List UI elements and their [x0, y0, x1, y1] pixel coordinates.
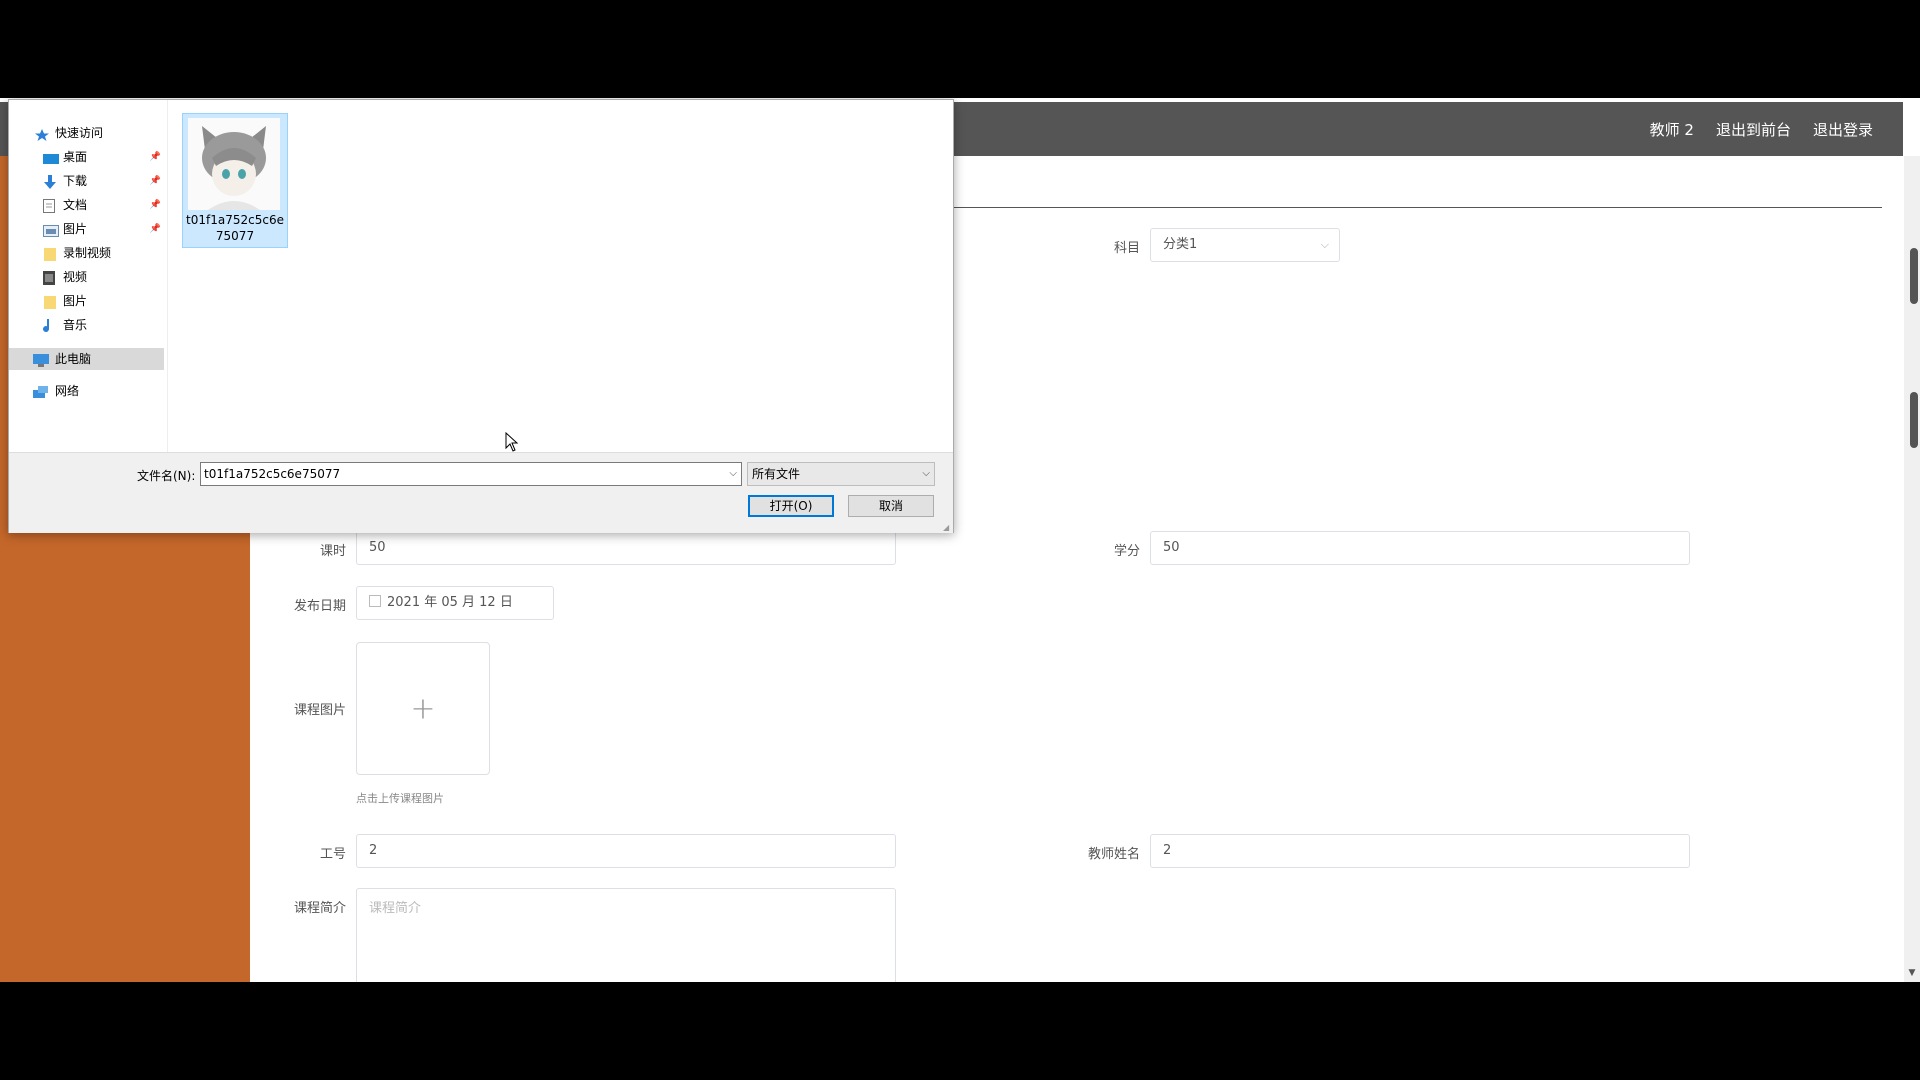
back-to-front-link[interactable]: 退出到前台: [1716, 119, 1791, 140]
filename-value: t01f1a752c5c6e75077: [204, 467, 341, 481]
nav-label: 音乐: [63, 318, 88, 332]
page-scrollbar[interactable]: ▼: [1904, 156, 1920, 982]
course-image-label: 课程图片: [293, 703, 346, 718]
folder-icon: [43, 247, 57, 261]
folder-icon: [43, 295, 57, 309]
filename-input[interactable]: t01f1a752c5c6e75077 ⌵: [200, 462, 742, 486]
nav-item-this-pc[interactable]: 此电脑: [33, 349, 91, 369]
publish-date-picker[interactable]: 2021 年 05 月 12 日: [356, 586, 554, 620]
nav-label: 文档: [63, 198, 88, 212]
teacher-name-input[interactable]: 2: [1150, 834, 1690, 868]
subject-value: 分类1: [1163, 237, 1198, 252]
music-icon: [43, 319, 57, 333]
filetype-select[interactable]: 所有文件 ⌵: [747, 462, 935, 486]
course-intro-textarea[interactable]: 课程简介: [356, 888, 896, 982]
calendar-icon: [369, 595, 381, 607]
pin-icon[interactable]: 📌: [150, 195, 161, 215]
document-icon: [43, 199, 57, 213]
nav-label: 桌面: [63, 150, 88, 164]
publish-date-value: 2021 年 05 月 12 日: [387, 595, 513, 610]
scrollbar-thumb[interactable]: [1910, 248, 1918, 304]
filename-label: 文件名(N):: [137, 469, 196, 483]
hours-label: 课时: [319, 544, 346, 559]
hours-input[interactable]: 50: [356, 531, 896, 565]
desktop-icon: [43, 151, 59, 164]
image-thumbnail: [188, 118, 280, 210]
resize-grip-icon[interactable]: ◢: [943, 523, 951, 532]
nav-item-pictures[interactable]: 图片 📌: [43, 219, 167, 239]
nav-label: 图片: [63, 294, 88, 308]
nav-item-videos[interactable]: 视频: [43, 267, 87, 287]
pin-icon[interactable]: 📌: [150, 219, 161, 239]
file-open-dialog: 快速访问 桌面 📌 下载 📌 文档 📌 图片 📌 录制视频 视频 图片 音乐 此…: [8, 99, 954, 533]
chevron-down-icon[interactable]: ⌵: [922, 463, 930, 485]
plus-icon: +: [410, 691, 436, 726]
star-icon: [35, 127, 49, 141]
teacher-name-label: 教师姓名: [1087, 847, 1140, 862]
network-icon: [33, 385, 49, 398]
upload-hint: 点击上传课程图片: [356, 792, 444, 805]
chevron-down-icon: ⌵: [1320, 238, 1329, 251]
nav-label: 图片: [63, 222, 88, 236]
nav-item-desktop[interactable]: 桌面 📌: [43, 147, 167, 167]
nav-item-quick-access[interactable]: 快速访问: [35, 123, 103, 143]
computer-icon: [33, 353, 49, 367]
mouse-cursor-icon: [505, 432, 519, 452]
file-name: t01f1a752c5c6e75077: [186, 213, 284, 243]
pictures-icon: [43, 223, 59, 237]
download-icon: [43, 175, 57, 189]
scroll-down-icon[interactable]: ▼: [1906, 968, 1918, 980]
nav-label: 网络: [55, 384, 80, 398]
filetype-value: 所有文件: [752, 467, 801, 481]
nav-label: 此电脑: [55, 352, 92, 366]
employee-id-input[interactable]: 2: [356, 834, 896, 868]
logout-link[interactable]: 退出登录: [1813, 119, 1873, 140]
nav-item-pictures-folder[interactable]: 图片: [43, 291, 87, 311]
dialog-footer: 文件名(N): t01f1a752c5c6e75077 ⌵ 所有文件 ⌵ 打开(…: [9, 452, 953, 533]
publish-date-label: 发布日期: [293, 599, 346, 614]
nav-item-recorded-videos[interactable]: 录制视频: [43, 243, 111, 263]
nav-item-documents[interactable]: 文档 📌: [43, 195, 167, 215]
pin-icon[interactable]: 📌: [150, 147, 161, 167]
scrollbar-thumb-secondary[interactable]: [1910, 392, 1918, 448]
nav-item-downloads[interactable]: 下载 📌: [43, 171, 167, 191]
subject-select[interactable]: 分类1 ⌵: [1150, 228, 1340, 262]
employee-id-label: 工号: [319, 847, 346, 862]
nav-label: 视频: [63, 270, 88, 284]
nav-item-music[interactable]: 音乐: [43, 315, 87, 335]
course-intro-label: 课程简介: [293, 901, 346, 916]
current-user[interactable]: 教师 2: [1650, 119, 1694, 140]
pin-icon[interactable]: 📌: [150, 171, 161, 191]
nav-label: 下载: [63, 174, 88, 188]
credits-input[interactable]: 50: [1150, 531, 1690, 565]
nav-label: 快速访问: [55, 126, 104, 140]
navigation-pane: 快速访问 桌面 📌 下载 📌 文档 📌 图片 📌 录制视频 视频 图片 音乐 此…: [9, 100, 168, 452]
subject-label: 科目: [1113, 241, 1140, 256]
open-button[interactable]: 打开(O): [748, 495, 834, 517]
cancel-button[interactable]: 取消: [848, 495, 934, 517]
nav-item-network[interactable]: 网络: [33, 381, 79, 401]
file-item-selected[interactable]: t01f1a752c5c6e75077: [182, 113, 288, 248]
nav-label: 录制视频: [63, 246, 112, 260]
video-icon: [43, 271, 57, 285]
image-upload-box[interactable]: +: [356, 642, 490, 775]
credits-label: 学分: [1113, 544, 1140, 559]
chevron-down-icon[interactable]: ⌵: [729, 463, 737, 485]
